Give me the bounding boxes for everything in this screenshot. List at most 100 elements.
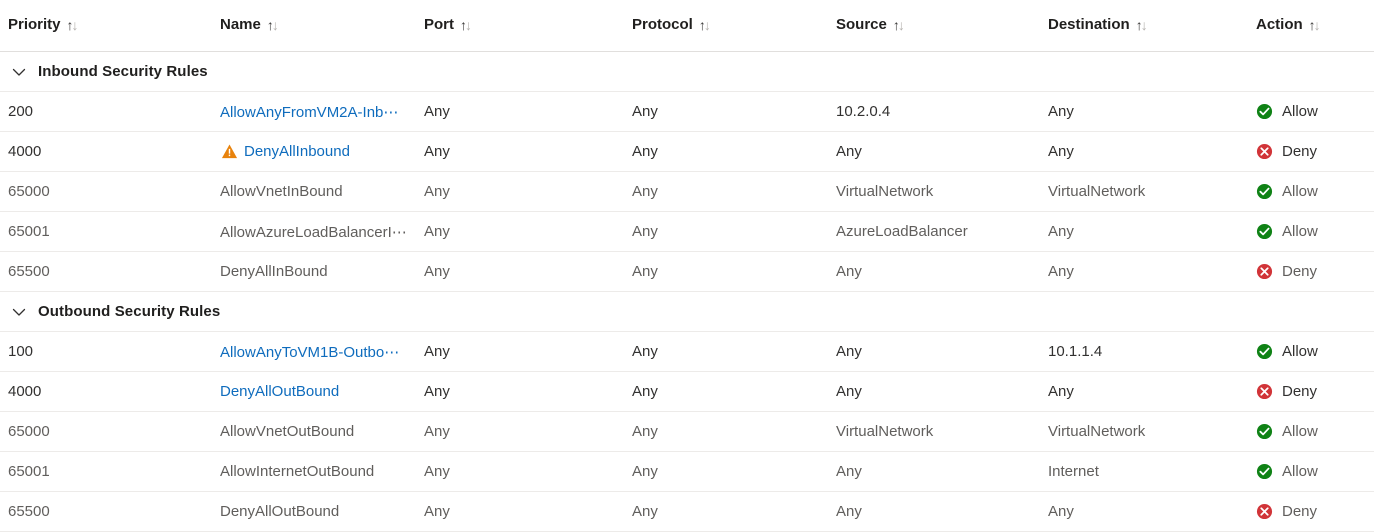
sort-toggle-icon[interactable]: ↑ ↓: [67, 18, 79, 32]
group-header-inbound-label: Inbound Security Rules: [38, 63, 208, 80]
cell-source: Any: [836, 383, 862, 400]
column-header-action-inner[interactable]: Action ↑ ↓: [1256, 16, 1374, 33]
column-header-source-label: Source: [836, 16, 887, 33]
table-row[interactable]: 4000 DenyAllOutBound Any Any Any Any Deny: [0, 372, 1374, 412]
cell-priority: 4000: [8, 143, 42, 160]
table-row[interactable]: 4000 DenyAllInbound Any Any Any Any Deny: [0, 132, 1374, 172]
allow-check-icon: [1256, 183, 1274, 201]
column-header-port[interactable]: Port ↑ ↓: [424, 16, 632, 33]
cell-destination: Any: [1048, 223, 1074, 240]
rule-name-wrap: AllowAnyToVM1B-Outbo⋯: [220, 343, 416, 361]
cell-action: Allow: [1256, 343, 1374, 361]
chevron-down-icon[interactable]: [8, 301, 30, 323]
cell-destination: Internet: [1048, 463, 1099, 480]
sort-toggle-icon[interactable]: ↑ ↓: [267, 18, 279, 32]
group-header-outbound[interactable]: Outbound Security Rules: [0, 292, 1374, 332]
cell-destination: Any: [1048, 263, 1074, 280]
action-wrap: Deny: [1256, 503, 1374, 521]
cell-action: Allow: [1256, 463, 1374, 481]
sort-toggle-icon[interactable]: ↑ ↓: [699, 18, 711, 32]
table-row[interactable]: 65500 DenyAllInBound Any Any Any Any Deny: [0, 252, 1374, 292]
table-row[interactable]: 65500 DenyAllOutBound Any Any Any Any Deny: [0, 492, 1374, 532]
cell-action: Allow: [1256, 423, 1374, 441]
cell-source: VirtualNetwork: [836, 423, 934, 440]
rule-name-link[interactable]: DenyAllInbound: [244, 143, 350, 160]
cell-destination: Any: [1048, 503, 1074, 520]
cell-priority: 200: [8, 103, 34, 120]
action-label: Allow: [1282, 183, 1318, 200]
column-header-port-label: Port: [424, 16, 454, 33]
cell-destination: VirtualNetwork: [1048, 183, 1146, 200]
table-row[interactable]: 200 AllowAnyFromVM2A-Inb⋯ Any Any 10.2.0.4 An…: [0, 92, 1374, 132]
cell-priority: 65500: [8, 263, 50, 280]
column-header-protocol[interactable]: Protocol ↑ ↓: [632, 16, 836, 33]
rule-name-link[interactable]: DenyAllOutBound: [220, 383, 339, 400]
sort-toggle-icon[interactable]: ↑ ↓: [893, 18, 905, 32]
table-row[interactable]: 65001 AllowAzureLoadBalancerI⋯ Any Any Azure…: [0, 212, 1374, 252]
action-wrap: Allow: [1256, 463, 1374, 481]
rule-name-wrap: AllowAzureLoadBalancerI⋯: [220, 223, 416, 241]
group-header-inbound[interactable]: Inbound Security Rules: [0, 52, 1374, 92]
sort-toggle-icon[interactable]: ↑ ↓: [1309, 18, 1321, 32]
cell-source: Any: [836, 463, 862, 480]
deny-cross-icon: [1256, 143, 1274, 161]
warning-triangle-icon: [220, 143, 238, 161]
action-label: Deny: [1282, 503, 1318, 520]
cell-protocol: Any: [632, 503, 658, 520]
cell-source: Any: [836, 343, 862, 360]
action-label: Allow: [1282, 463, 1318, 480]
cell-source: 10.2.0.4: [836, 103, 891, 120]
column-header-action[interactable]: Action ↑ ↓: [1256, 16, 1374, 33]
column-header-priority[interactable]: Priority ↑ ↓: [0, 16, 220, 33]
table-row[interactable]: 65000 AllowVnetInBound Any Any VirtualNetwor…: [0, 172, 1374, 212]
column-header-name[interactable]: Name ↑ ↓: [220, 16, 424, 33]
rule-name-wrap: AllowVnetInBound: [220, 183, 416, 200]
column-header-destination[interactable]: Destination ↑ ↓: [1048, 16, 1256, 33]
sort-toggle-icon[interactable]: ↑ ↓: [460, 18, 472, 32]
column-header-destination-label: Destination: [1048, 16, 1130, 33]
cell-name: DenyAllInBound: [220, 263, 424, 280]
cell-priority: 65000: [8, 183, 50, 200]
allow-check-icon: [1256, 423, 1274, 441]
column-header-priority-inner[interactable]: Priority ↑ ↓: [8, 16, 220, 33]
cell-priority: 65001: [8, 463, 50, 480]
cell-action: Deny: [1256, 263, 1374, 281]
column-header-destination-inner[interactable]: Destination ↑ ↓: [1048, 16, 1256, 33]
column-header-protocol-inner[interactable]: Protocol ↑ ↓: [632, 16, 836, 33]
cell-action: Deny: [1256, 503, 1374, 521]
cell-destination: Any: [1048, 103, 1074, 120]
deny-cross-icon: [1256, 383, 1274, 401]
cell-port: Any: [424, 183, 450, 200]
cell-name: DenyAllInbound: [220, 143, 424, 161]
cell-protocol: Any: [632, 143, 658, 160]
cell-port: Any: [424, 263, 450, 280]
column-header-protocol-label: Protocol: [632, 16, 693, 33]
cell-action: Deny: [1256, 383, 1374, 401]
cell-port: Any: [424, 383, 450, 400]
table-row[interactable]: 65000 AllowVnetOutBound Any Any VirtualNetwo…: [0, 412, 1374, 452]
cell-priority: 65500: [8, 503, 50, 520]
rule-name-link[interactable]: AllowAnyToVM1B-Outbo⋯: [220, 343, 399, 361]
cell-protocol: Any: [632, 183, 658, 200]
table-row[interactable]: 65001 AllowInternetOutBound Any Any Any Inter…: [0, 452, 1374, 492]
cell-action: Allow: [1256, 223, 1374, 241]
rule-name-wrap: DenyAllInbound: [220, 143, 416, 161]
action-wrap: Allow: [1256, 183, 1374, 201]
cell-name: AllowAnyToVM1B-Outbo⋯: [220, 343, 424, 361]
rule-name-text: AllowInternetOutBound: [220, 463, 375, 480]
allow-check-icon: [1256, 343, 1274, 361]
allow-check-icon: [1256, 463, 1274, 481]
cell-name: AllowAnyFromVM2A-Inb⋯: [220, 103, 424, 121]
action-label: Deny: [1282, 263, 1318, 280]
table-row[interactable]: 100 AllowAnyToVM1B-Outbo⋯ Any Any Any 10.1.1.…: [0, 332, 1374, 372]
chevron-down-icon[interactable]: [8, 61, 30, 83]
column-header-source[interactable]: Source ↑ ↓: [836, 16, 1048, 33]
sort-toggle-icon[interactable]: ↑ ↓: [1136, 18, 1148, 32]
rule-name-link[interactable]: AllowAnyFromVM2A-Inb⋯: [220, 103, 398, 121]
rule-name-text: AllowAzureLoadBalancerI⋯: [220, 223, 407, 241]
column-header-name-inner[interactable]: Name ↑ ↓: [220, 16, 424, 33]
rule-name-text: AllowVnetInBound: [220, 183, 343, 200]
security-rules-table: Priority ↑ ↓ Name ↑ ↓ Port ↑ ↓ Protocol ↑ ↓ Source ↑ ↓…: [0, 0, 1374, 532]
column-header-port-inner[interactable]: Port ↑ ↓: [424, 16, 632, 33]
column-header-source-inner[interactable]: Source ↑ ↓: [836, 16, 1048, 33]
